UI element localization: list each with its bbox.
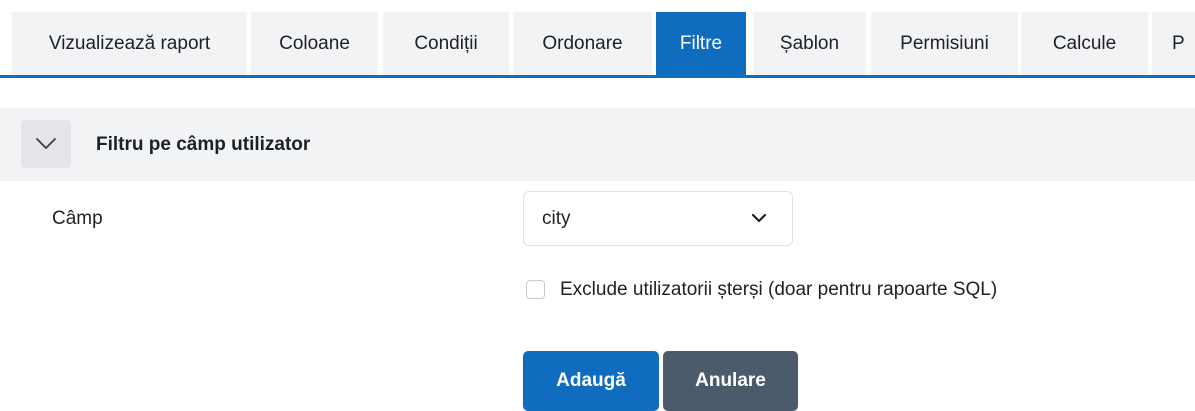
chevron-down-icon <box>36 138 56 149</box>
tab-permissions[interactable]: Permisiuni <box>871 12 1018 75</box>
collapse-section-button[interactable] <box>21 120 71 168</box>
add-button[interactable]: Adaugă <box>523 351 659 411</box>
filter-section-header: Filtru pe câmp utilizator <box>0 108 1195 181</box>
chevron-down-icon <box>751 213 767 223</box>
tabs-divider <box>0 75 1195 78</box>
tab-conditions[interactable]: Condiții <box>383 12 509 75</box>
tab-template[interactable]: Șablon <box>753 12 866 75</box>
tab-view-report[interactable]: Vizualizează raport <box>12 12 247 75</box>
cancel-button[interactable]: Anulare <box>663 351 798 411</box>
tab-calculations[interactable]: Calcule <box>1021 12 1148 75</box>
tab-columns[interactable]: Coloane <box>251 12 378 75</box>
exclude-deleted-label[interactable]: Exclude utilizatorii șterși (doar pentru… <box>560 276 997 304</box>
tab-next-partial[interactable]: P <box>1152 12 1195 75</box>
tab-ordering[interactable]: Ordonare <box>513 12 652 75</box>
field-select[interactable]: city <box>523 191 793 246</box>
tab-filters[interactable]: Filtre <box>656 12 746 75</box>
section-title: Filtru pe câmp utilizator <box>96 134 311 155</box>
exclude-deleted-checkbox[interactable] <box>526 280 545 299</box>
field-select-value: city <box>542 208 571 229</box>
report-tabs: Vizualizează raport Coloane Condiții Ord… <box>0 0 1195 78</box>
field-label: Câmp <box>52 208 103 229</box>
